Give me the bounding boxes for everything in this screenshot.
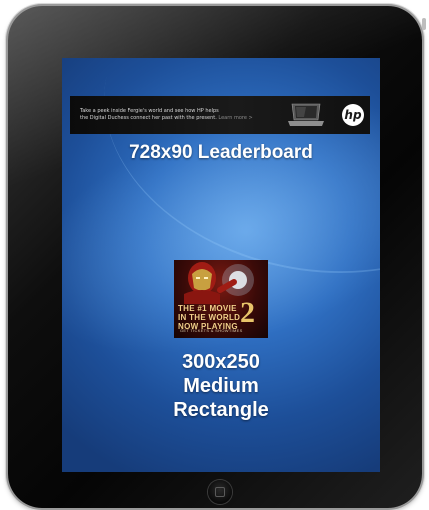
leaderboard-ad[interactable]: Take a peek inside Fergie's world and se… (70, 96, 370, 134)
laptop-icon (288, 103, 324, 126)
medium-rectangle-caption-line-1: 300x250 (182, 351, 260, 373)
leaderboard-ad-line-2: the Digital Duchess connect her past wit… (80, 115, 270, 122)
leaderboard-caption: 728x90 Leaderboard (129, 142, 313, 163)
medium-rectangle-ad[interactable]: THE #1 MOVIE IN THE WORLD NOW PLAYING 2 … (174, 260, 268, 338)
medium-rectangle-caption-line-3: Rectangle (173, 399, 269, 421)
leaderboard-ad-text: Take a peek inside Fergie's world and se… (80, 108, 270, 122)
home-button-square (215, 487, 225, 497)
medium-rectangle-caption-line-2: Medium (183, 375, 259, 397)
leaderboard-ad-line-2-text: the Digital Duchess connect her past wit… (80, 115, 217, 121)
movie-headline-line-2: IN THE WORLD (178, 313, 241, 322)
movie-tickets-link[interactable]: GET TICKETS & SHOWTIMES (180, 328, 243, 333)
movie-headline: THE #1 MOVIE IN THE WORLD NOW PLAYING (178, 304, 242, 331)
tablet-screen: Take a peek inside Fergie's world and se… (62, 58, 380, 472)
movie-headline-line-1: THE #1 MOVIE (178, 304, 237, 313)
home-button-icon[interactable] (208, 480, 232, 504)
movie-sequel-number: 2 (240, 296, 255, 329)
hp-logo-icon: hp (342, 104, 364, 126)
sleep-button[interactable] (422, 18, 426, 30)
leaderboard-ad-link[interactable]: Learn more > (218, 115, 252, 121)
medium-rectangle-caption: 300x250 Medium Rectangle (62, 350, 380, 422)
leaderboard-ad-line-1: Take a peek inside Fergie's world and se… (80, 108, 219, 114)
tablet-device: Take a peek inside Fergie's world and se… (8, 6, 426, 508)
